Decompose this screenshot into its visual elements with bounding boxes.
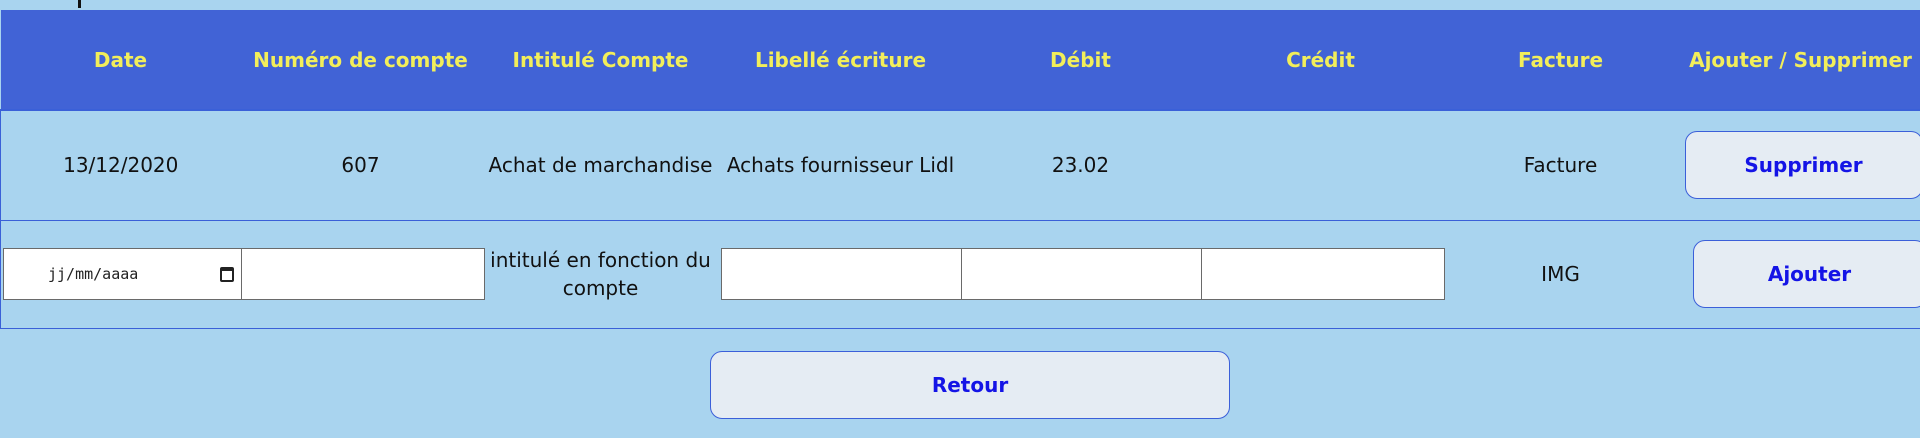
page-edge-mark xyxy=(78,0,81,8)
header-invoice: Facture xyxy=(1517,47,1604,72)
header-account-number: Numéro de compte xyxy=(253,47,468,72)
header-debit: Débit xyxy=(1050,47,1111,72)
back-button[interactable]: Retour xyxy=(710,351,1230,419)
cell-credit xyxy=(1201,110,1441,220)
cell-account-number: 607 xyxy=(341,153,380,178)
header-account-title: Intitulé Compte xyxy=(512,47,689,72)
header-date: Date xyxy=(93,47,148,72)
cell-add-action: Ajouter xyxy=(1681,220,1920,328)
table-row: 13/12/2020 607 Achat de marchandise Acha… xyxy=(0,110,1920,220)
account-title-hint: intitulé en fonction du compte xyxy=(490,248,711,300)
cell-entry-label-input xyxy=(720,220,965,328)
cell-invoice-link[interactable]: Facture xyxy=(1441,110,1681,220)
debit-input[interactable] xyxy=(960,248,1205,300)
cell-account-title: Achat de marchandise xyxy=(488,153,713,178)
cell-account-number-input xyxy=(240,220,485,328)
date-placeholder: jj/mm/aaaa xyxy=(48,265,139,283)
credit-input[interactable] xyxy=(1200,248,1445,300)
header-entry-label: Libellé écriture xyxy=(754,47,927,72)
calendar-icon[interactable] xyxy=(220,266,234,282)
account-number-input[interactable] xyxy=(240,248,485,300)
cell-credit-input xyxy=(1200,220,1445,328)
journal-entries-table: Date Numéro de compte Intitulé Compte Li… xyxy=(0,10,1920,329)
date-input[interactable]: jj/mm/aaaa xyxy=(3,248,243,300)
header-actions: Ajouter / Supprimer xyxy=(1689,47,1912,72)
entry-label-input[interactable] xyxy=(720,248,965,300)
cell-debit-input xyxy=(960,220,1205,328)
cell-date-input: jj/mm/aaaa xyxy=(0,220,243,328)
new-entry-row: jj/mm/aaaa intitulé en fonction du compt… xyxy=(0,220,1920,328)
cell-date: 13/12/2020 xyxy=(0,110,241,220)
cell-action: Supprimer xyxy=(1681,110,1920,220)
cell-entry-label: Achats fournisseur Lidl xyxy=(726,153,955,178)
add-button[interactable]: Ajouter xyxy=(1692,240,1920,308)
cell-debit: 23.02 xyxy=(1051,153,1110,178)
table-header-row: Date Numéro de compte Intitulé Compte Li… xyxy=(0,10,1920,110)
cell-account-title-hint: intitulé en fonction du compte xyxy=(481,220,721,328)
cell-invoice-upload[interactable]: IMG xyxy=(1441,220,1681,328)
header-credit: Crédit xyxy=(1286,47,1355,72)
delete-button[interactable]: Supprimer xyxy=(1684,131,1920,200)
